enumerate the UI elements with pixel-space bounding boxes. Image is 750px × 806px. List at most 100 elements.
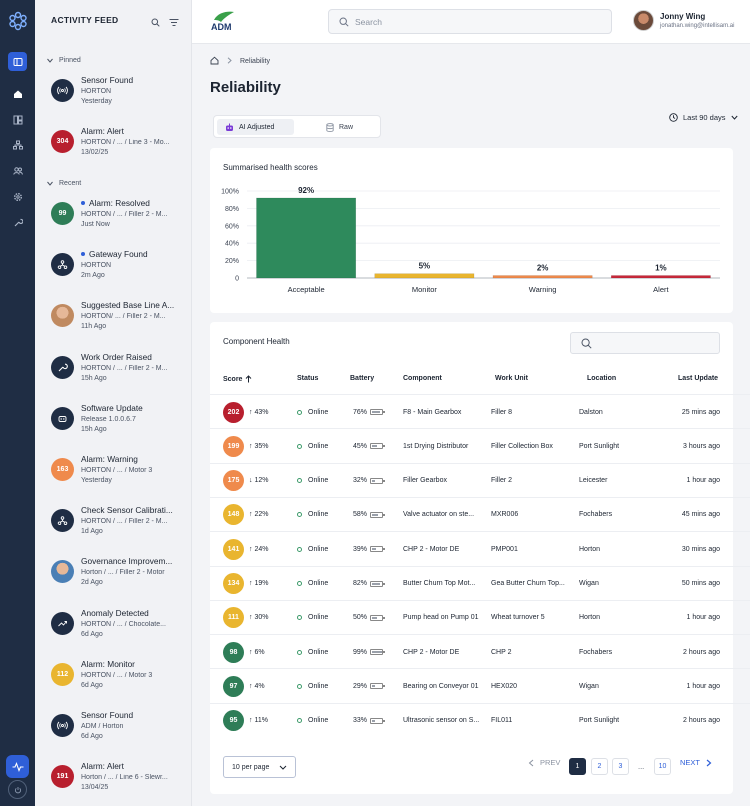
user-name: Jonny Wing (660, 12, 706, 21)
table-search-input[interactable] (570, 332, 720, 354)
page-button[interactable]: 3 (612, 758, 629, 775)
feed-item[interactable]: Sensor Found ADM / Horton 6d Ago (51, 710, 191, 754)
status-cell: Online (297, 567, 347, 601)
x-category-label: Acceptable (288, 285, 325, 294)
component-health-card: Component Health Score Status Battery Co… (210, 322, 750, 794)
score-badge: 99 (51, 202, 74, 225)
global-search-input[interactable]: Search (328, 9, 612, 34)
app-logo-icon[interactable] (5, 8, 30, 33)
score-delta: 19% (254, 580, 269, 587)
last-update-cell: 3 hours ago (683, 442, 720, 450)
column-header-score[interactable]: Score (223, 375, 252, 383)
feed-item[interactable]: Work Order Raised HORTON / ... / Filler 2… (51, 352, 191, 396)
feed-item-title: Alarm: Alert (81, 761, 124, 772)
column-header-last-update[interactable]: Last Update (678, 375, 718, 382)
per-page-select[interactable]: 10 per page (223, 756, 296, 778)
sort-arrow-up-icon (246, 375, 252, 383)
bar-alert[interactable] (610, 275, 711, 279)
feed-item-time: 13/02/25 (81, 149, 109, 157)
prev-button[interactable]: PREV (528, 758, 560, 767)
filter-icon[interactable] (169, 14, 179, 32)
home-icon[interactable] (8, 84, 27, 103)
chevron-down-icon (47, 58, 53, 63)
table-row[interactable]: 202 ↑ 43% Online 76% F8 - Main Gearbox Filler … (210, 394, 750, 428)
table-row[interactable]: 134 ↑ 19% Online 82% Butter Churn Top Mot... G… (210, 565, 750, 601)
power-icon[interactable] (8, 780, 27, 799)
ai-adjusted-option[interactable]: AI Adjusted (217, 119, 294, 135)
activity-pulse-icon[interactable] (6, 755, 29, 778)
feed-item[interactable]: 163 Alarm: Warning HORTON / ... / Motor 3 Y… (51, 454, 191, 498)
column-header-status[interactable]: Status (297, 375, 318, 382)
feed-item[interactable]: Software Update Release 1.0.0.6.7 15h Ago (51, 403, 191, 447)
last-update-cell: 30 mins ago (681, 545, 720, 553)
work-unit-cell: Wheat turnover 5 (491, 614, 545, 622)
column-header-location[interactable]: Location (587, 375, 616, 382)
feed-item[interactable]: 112 Alarm: Monitor HORTON / ... / Motor 3 6… (51, 659, 191, 703)
user-menu[interactable]: Jonny Wing jonathan.wing@intellisam.ai (633, 10, 734, 31)
health-scores-chart: 0 20% 40% 60% 80% 100% 92% Acceptable 5% Monitor 2… (221, 186, 720, 294)
feed-item[interactable]: Check Sensor Calibrati... HORTON / ... / … (51, 505, 191, 549)
next-button[interactable]: NEXT (680, 758, 712, 767)
home-icon[interactable] (210, 56, 219, 67)
signal-icon (51, 714, 74, 737)
component-cell: CHP 2 - Motor DE (403, 648, 460, 656)
unread-dot-icon (81, 201, 85, 205)
feed-item-time: 15h Ago (81, 425, 107, 433)
raw-option[interactable]: Raw (318, 119, 361, 135)
bar-monitor[interactable] (374, 273, 475, 279)
online-status-icon (297, 718, 302, 724)
database-icon (326, 122, 334, 132)
table-row[interactable]: 175 ↓ 12% Online 32% Filler Gearbox Filler 2 Le… (210, 462, 750, 497)
feed-item-time: 1d Ago (81, 528, 103, 536)
dashboard-icon[interactable] (8, 110, 27, 129)
score-cell: 202 ↑ 43% (223, 395, 293, 429)
column-header-battery[interactable]: Battery (350, 375, 374, 382)
table-row[interactable]: 148 ↑ 22% Online 58% Valve actuator on ste...… (210, 496, 750, 531)
feed-item[interactable]: Sensor Found HORTON Yesterday (51, 75, 191, 119)
page-button[interactable]: 10 (654, 758, 671, 775)
feed-item[interactable]: 99 Alarm: Resolved HORTON / ... / Filler 2… (51, 198, 191, 242)
company-logo[interactable]: ADM (210, 10, 236, 34)
table-row[interactable]: 199 ↑ 35% Online 45% 1st Drying Distributor Fi… (210, 428, 750, 462)
users-icon[interactable] (8, 161, 27, 180)
y-tick-label: 80% (225, 206, 239, 213)
score-cell: 199 ↑ 35% (223, 429, 293, 463)
feed-item-time: Yesterday (81, 98, 112, 105)
feed-item[interactable]: Anomaly Detected HORTON / ... / Chocolate… (51, 608, 191, 652)
bar-warning[interactable] (492, 275, 593, 279)
last-update-cell: 2 hours ago (683, 648, 720, 656)
column-header-component[interactable]: Component (403, 375, 442, 382)
last-update-cell: 2 hours ago (683, 717, 720, 725)
feed-item-location: HORTON (81, 88, 112, 95)
chevron-right-icon (706, 759, 712, 766)
feed-item[interactable]: Governance Improvem... Horton / ... / Fil… (51, 556, 191, 600)
hierarchy-icon[interactable] (8, 135, 27, 154)
table-row[interactable]: 141 ↑ 24% Online 39% CHP 2 - Motor DE PMP001 Ho… (210, 531, 750, 565)
pinned-section-header[interactable]: Pinned (47, 57, 81, 64)
table-row[interactable]: 111 ↑ 30% Online 50% Pump head on Pump 01 Whea… (210, 599, 750, 634)
page-button[interactable]: 2 (591, 758, 608, 775)
tools-wrench-icon[interactable] (8, 213, 27, 232)
table-row[interactable]: 95 ↑ 11% Online 33% Ultrasonic sensor on S...… (210, 702, 750, 737)
work-unit-cell: Filler Collection Box (491, 442, 553, 450)
feed-item[interactable]: 191 Alarm: Alert Horton / ... / Line 6 - S… (51, 761, 191, 805)
breadcrumb-current[interactable]: Reliability (240, 58, 270, 65)
settings-gear-icon[interactable] (8, 187, 27, 206)
search-icon[interactable] (151, 14, 160, 32)
column-header-work-unit[interactable]: Work Unit (495, 375, 528, 382)
date-range-select[interactable]: Last 90 days (669, 113, 738, 122)
score-badge: 191 (51, 765, 74, 789)
feed-item[interactable]: 304 Alarm: Alert HORTON / ... / Line 3 - M… (51, 126, 191, 170)
feed-item-title: Alarm: Monitor (81, 658, 135, 669)
table-row[interactable]: 97 ↑ 4% Online 29% Bearing on Conveyor 01 HEX0… (210, 668, 750, 702)
page-button[interactable]: 1 (569, 758, 586, 775)
panel-toggle-icon[interactable] (8, 52, 27, 71)
feed-item-time: 6d Ago (81, 630, 103, 638)
bar-acceptable[interactable] (256, 197, 357, 279)
location-cell: Wigan (579, 580, 599, 587)
feed-item[interactable]: Gateway Found HORTON 2m Ago (51, 249, 191, 293)
recent-section-header[interactable]: Recent (47, 180, 81, 187)
feed-item[interactable]: Suggested Base Line A... HORTON/ ... / Fi… (51, 300, 191, 344)
table-row[interactable]: 98 ↑ 6% Online 99% CHP 2 - Motor DE CHP 2 Focha… (210, 634, 750, 668)
feed-item-location: Horton / ... / Filler 2 - Motor (81, 569, 165, 577)
